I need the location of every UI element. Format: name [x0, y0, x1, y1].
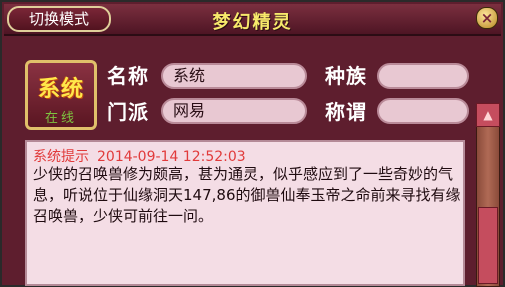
avatar: 系统 在线 [25, 60, 97, 130]
message-box: 系统提示 2014-09-14 12:52:03 少侠的召唤兽修为颇高，甚为通灵，… [25, 140, 465, 286]
title-field [377, 98, 469, 124]
dialog-window: 切换模式 梦幻精灵 × 系统 在线 名称 系统 种族 门派 网易 称谓 系统提示… [0, 0, 505, 287]
message-timestamp: 2014-09-14 12:52:03 [97, 149, 246, 165]
online-status: 在线 [44, 111, 77, 126]
sect-label: 门派 [107, 100, 149, 124]
sect-field: 网易 [161, 98, 307, 124]
name-label: 名称 [107, 64, 149, 88]
message-header: 系统提示 2014-09-14 12:52:03 [33, 146, 246, 166]
race-field [377, 63, 469, 89]
name-field: 系统 [161, 63, 307, 89]
window-title: 梦幻精灵 [212, 12, 293, 33]
title-bar[interactable]: 切换模式 梦幻精灵 × [4, 4, 501, 36]
race-label: 种族 [325, 64, 367, 88]
title-label: 称谓 [325, 100, 367, 124]
message-sender: 系统提示 [33, 149, 89, 165]
close-icon[interactable]: × [476, 7, 498, 29]
content-panel: 系统 在线 名称 系统 种族 门派 网易 称谓 系统提示 2014-09-14 1… [5, 36, 469, 286]
scrollbar-thumb[interactable] [478, 207, 498, 284]
message-text: 少侠的召唤兽修为颇高，甚为通灵，似乎感应到了一些奇妙的气息，听说位于仙缘洞天14… [33, 165, 461, 225]
avatar-name: 系统 [37, 77, 84, 102]
scroll-up-icon[interactable]: ▲ [476, 103, 500, 127]
